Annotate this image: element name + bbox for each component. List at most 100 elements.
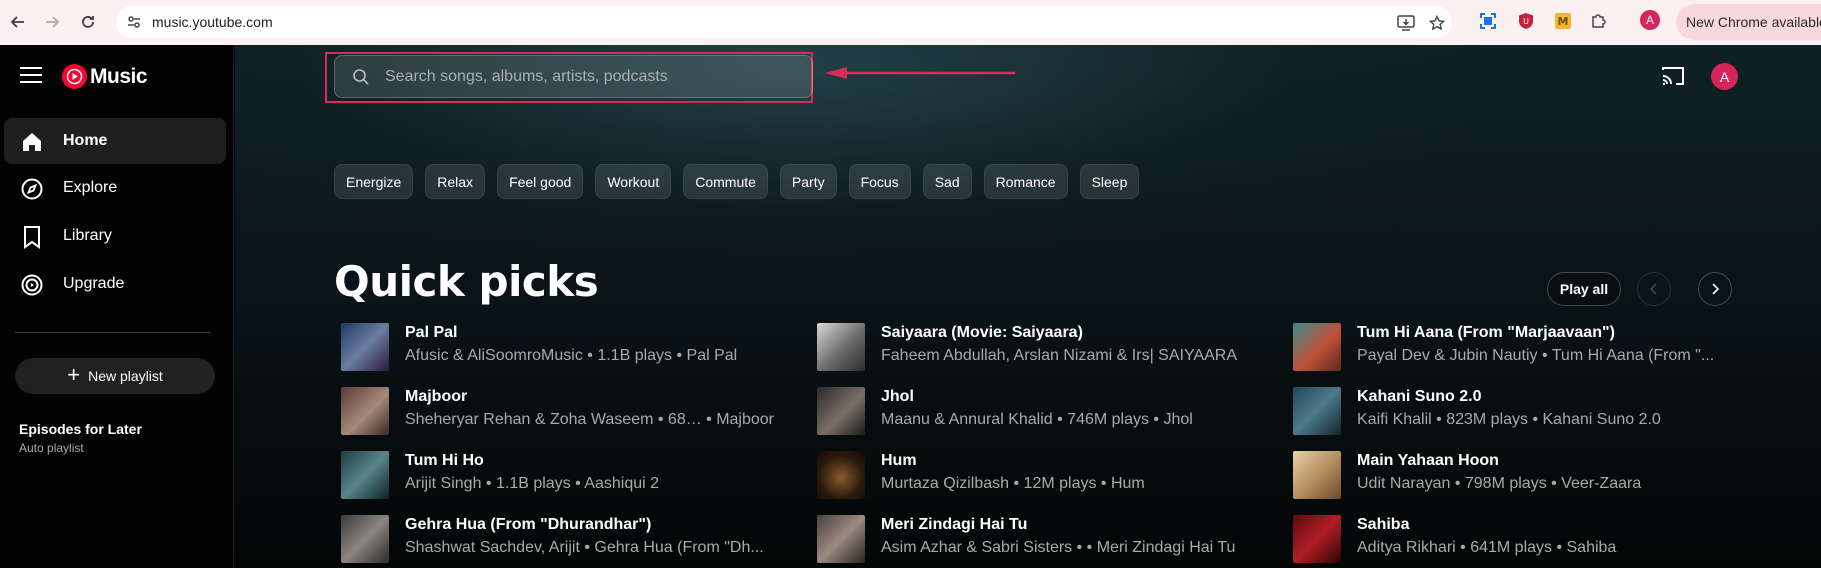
chip-feel-good[interactable]: Feel good — [497, 164, 584, 199]
chip-sad[interactable]: Sad — [922, 164, 972, 199]
chevron-left-icon — [1649, 283, 1657, 295]
song-thumbnail — [341, 387, 389, 435]
song-thumbnail — [341, 451, 389, 499]
list-item[interactable]: Majboor Sheheryar Rehan & Zoha Waseem • … — [341, 387, 781, 437]
install-app-icon[interactable] — [1397, 15, 1415, 36]
logo-play-icon — [62, 64, 87, 89]
sidebar-item-library[interactable]: Library — [4, 213, 226, 259]
list-item[interactable]: Meri Zindagi Hai Tu Asim Azhar & Sabri S… — [817, 515, 1257, 565]
song-title[interactable]: Meri Zindagi Hai Tu — [881, 516, 1027, 534]
song-subtitle: Shashwat Sachdev, Arijit • Gehra Hua (Fr… — [405, 539, 764, 556]
song-title[interactable]: Tum Hi Ho — [405, 452, 484, 470]
sidebar-item-label: Upgrade — [63, 275, 125, 292]
play-all-button[interactable]: Play all — [1547, 272, 1621, 306]
carousel-next-button[interactable] — [1698, 272, 1732, 306]
song-thumbnail — [1293, 323, 1341, 371]
plus-icon: + — [67, 362, 81, 387]
song-title[interactable]: Hum — [881, 452, 917, 470]
new-playlist-label: New playlist — [88, 368, 163, 384]
site-info-icon[interactable] — [126, 14, 142, 35]
chip-relax[interactable]: Relax — [425, 164, 486, 199]
song-subtitle: Asim Azhar & Sabri Sisters • • Meri Zind… — [881, 539, 1236, 556]
bookmark-star-icon[interactable] — [1428, 14, 1446, 36]
arrow-right-icon — [46, 16, 60, 28]
song-title[interactable]: Jhol — [881, 388, 914, 406]
list-item[interactable]: Jhol Maanu & Annural Khalid • 746M plays… — [817, 387, 1257, 437]
song-subtitle: Kaifi Khalil • 823M plays • Kahani Suno … — [1357, 411, 1661, 428]
sidebar-item-label: Explore — [63, 179, 118, 196]
song-subtitle: Sheheryar Rehan & Zoha Waseem • 68… • Ma… — [405, 411, 775, 428]
song-title[interactable]: Gehra Hua (From "Dhurandhar") — [405, 516, 651, 534]
upgrade-icon — [21, 274, 43, 296]
chip-energize[interactable]: Energize — [334, 164, 414, 199]
bookmark-icon — [24, 226, 40, 249]
playlist-subtitle: Auto playlist — [19, 441, 84, 455]
forward-button[interactable] — [40, 10, 64, 34]
chip-party[interactable]: Party — [779, 164, 837, 199]
list-item[interactable]: Hum Murtaza Qizilbash • 12M plays • Hum — [817, 451, 1257, 501]
song-thumbnail — [817, 323, 865, 371]
sidebar-item-home[interactable]: Home — [4, 118, 226, 164]
chip-romance[interactable]: Romance — [983, 164, 1068, 199]
list-item[interactable]: Sahiba Aditya Rikhari • 641M plays • Sah… — [1293, 515, 1733, 565]
section-title: Quick picks — [334, 257, 599, 306]
youtube-music-logo[interactable]: Music — [62, 64, 148, 89]
song-title[interactable]: Sahiba — [1357, 516, 1409, 534]
menu-icon[interactable] — [20, 67, 42, 85]
song-subtitle: Faheem Abdullah, Arslan Nizami & Irs| SA… — [881, 347, 1238, 364]
list-item[interactable]: Tum Hi Ho Arijit Singh • 1.1B plays • Aa… — [341, 451, 781, 501]
playlist-title[interactable]: Episodes for Later — [19, 421, 142, 437]
song-title[interactable]: Main Yahaan Hoon — [1357, 452, 1499, 470]
chip-sleep[interactable]: Sleep — [1079, 164, 1140, 199]
song-thumbnail — [1293, 515, 1341, 563]
search-input[interactable] — [385, 66, 785, 88]
extensions-puzzle-icon[interactable] — [1588, 10, 1610, 32]
song-thumbnail — [1293, 387, 1341, 435]
address-bar[interactable]: music.youtube.com — [116, 6, 1452, 38]
song-title[interactable]: Majboor — [405, 388, 467, 406]
list-item[interactable]: Gehra Hua (From "Dhurandhar") Shashwat S… — [341, 515, 781, 565]
logo-text: Music — [90, 64, 148, 88]
reload-button[interactable] — [76, 10, 100, 34]
chip-workout[interactable]: Workout — [595, 164, 672, 199]
main-content: A Energize Relax Feel good Workout Commu… — [235, 45, 1821, 568]
song-subtitle: Payal Dev & Jubin Nautiy • Tum Hi Aana (… — [1357, 347, 1715, 364]
cast-button[interactable] — [1661, 65, 1685, 92]
song-subtitle: Aditya Rikhari • 641M plays • Sahiba — [1357, 539, 1617, 556]
sidebar-item-upgrade[interactable]: Upgrade — [4, 261, 226, 307]
back-button[interactable] — [6, 10, 30, 34]
sidebar-divider — [15, 332, 211, 333]
song-subtitle: Arijit Singh • 1.1B plays • Aashiqui 2 — [405, 475, 660, 492]
song-title[interactable]: Saiyaara (Movie: Saiyaara) — [881, 324, 1083, 342]
list-item[interactable]: Saiyaara (Movie: Saiyaara) Faheem Abdull… — [817, 323, 1257, 373]
carousel-prev-button[interactable] — [1637, 272, 1671, 306]
song-title[interactable]: Kahani Suno 2.0 — [1357, 388, 1481, 406]
song-subtitle: Maanu & Annural Khalid • 746M plays • Jh… — [881, 411, 1193, 428]
chip-commute[interactable]: Commute — [683, 164, 768, 199]
list-item[interactable]: Pal Pal Afusic & AliSoomroMusic • 1.1B p… — [341, 323, 781, 373]
song-thumbnail — [341, 515, 389, 563]
list-item[interactable]: Kahani Suno 2.0 Kaifi Khalil • 823M play… — [1293, 387, 1733, 437]
song-subtitle: Afusic & AliSoomroMusic • 1.1B plays • P… — [405, 347, 738, 364]
profile-avatar[interactable]: A — [1640, 10, 1660, 30]
url-text: music.youtube.com — [152, 14, 273, 30]
song-title[interactable]: Pal Pal — [405, 324, 457, 342]
list-item[interactable]: Main Yahaan Hoon Udit Narayan • 798M pla… — [1293, 451, 1733, 501]
sidebar-item-label: Library — [63, 227, 112, 244]
m-extension-icon[interactable]: M — [1552, 10, 1574, 32]
chevron-right-icon — [1712, 283, 1720, 295]
youtube-music-app: Music Home Explore Library Upgrade + New… — [0, 45, 1821, 568]
sidebar-item-explore[interactable]: Explore — [4, 165, 226, 211]
search-bar[interactable] — [334, 55, 813, 98]
ublock-extension-icon[interactable]: U — [1515, 10, 1537, 32]
home-icon — [23, 133, 41, 151]
svg-text:U: U — [1523, 17, 1529, 26]
song-thumbnail — [1293, 451, 1341, 499]
screenshot-extension-icon[interactable] — [1477, 10, 1499, 32]
song-title[interactable]: Tum Hi Aana (From "Marjaavaan") — [1357, 324, 1615, 342]
new-playlist-button[interactable]: + New playlist — [15, 358, 215, 394]
chrome-update-button[interactable]: New Chrome available — [1676, 4, 1821, 40]
account-avatar[interactable]: A — [1711, 63, 1738, 90]
chip-focus[interactable]: Focus — [848, 164, 911, 199]
list-item[interactable]: Tum Hi Aana (From "Marjaavaan") Payal De… — [1293, 323, 1733, 373]
